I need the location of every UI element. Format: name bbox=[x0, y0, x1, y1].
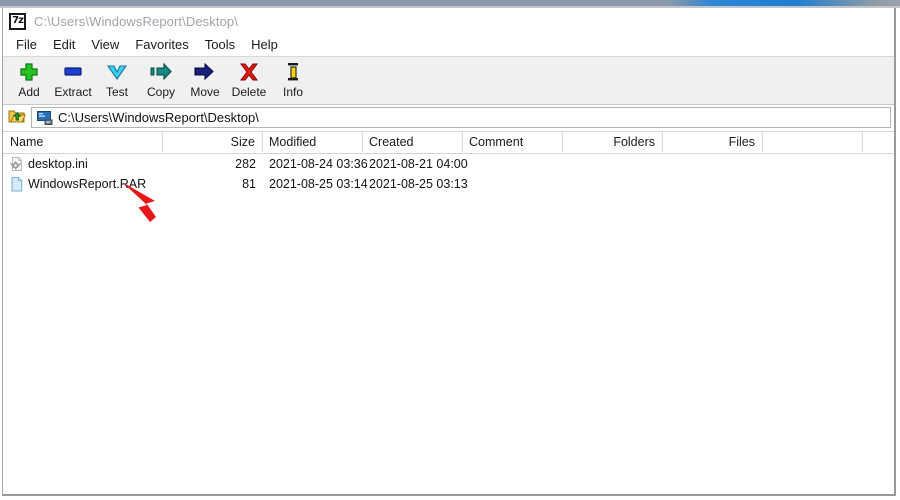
menu-item-view[interactable]: View bbox=[84, 36, 128, 54]
menu-item-edit[interactable]: Edit bbox=[46, 36, 84, 54]
toolbar-label-move: Move bbox=[190, 86, 219, 99]
cell-modified: 2021-08-24 03:36 bbox=[269, 154, 369, 174]
minus-bar-icon bbox=[60, 61, 86, 85]
up-folder-icon bbox=[8, 107, 26, 129]
toolbar-label-info: Info bbox=[283, 86, 303, 99]
chevron-down-icon bbox=[104, 61, 130, 85]
column-header-comment[interactable]: Comment bbox=[463, 132, 563, 152]
copy-arrow-icon bbox=[148, 61, 174, 85]
cell-name: WindowsReport.RAR bbox=[28, 174, 163, 194]
cell-size: 282 bbox=[163, 154, 263, 174]
computer-icon bbox=[37, 111, 53, 125]
toolbar-button-delete[interactable]: Delete bbox=[227, 57, 271, 104]
toolbar-button-info[interactable]: Info bbox=[271, 57, 315, 104]
cell-comment bbox=[469, 174, 563, 194]
column-header-row: Name Size Modified Created Comment Folde… bbox=[3, 131, 894, 154]
cell-created: 2021-08-25 03:13 bbox=[369, 174, 469, 194]
column-header-files[interactable]: Files bbox=[663, 132, 763, 152]
blank-document-icon bbox=[9, 176, 25, 192]
toolbar-button-copy[interactable]: Copy bbox=[139, 57, 183, 104]
column-header-created[interactable]: Created bbox=[363, 132, 463, 152]
toolbar-label-add: Add bbox=[18, 86, 39, 99]
toolbar-label-delete: Delete bbox=[232, 86, 267, 99]
toolbar-button-add[interactable]: Add bbox=[7, 57, 51, 104]
toolbar-label-test: Test bbox=[106, 86, 128, 99]
gear-document-icon bbox=[9, 156, 25, 172]
cell-modified: 2021-08-25 03:14 bbox=[269, 174, 369, 194]
cell-files bbox=[663, 154, 763, 174]
column-header-size[interactable]: Size bbox=[163, 132, 263, 152]
info-i-icon bbox=[280, 61, 306, 85]
column-header-modified[interactable]: Modified bbox=[263, 132, 363, 152]
column-header-extra[interactable] bbox=[763, 132, 863, 152]
cell-size: 81 bbox=[163, 174, 263, 194]
cell-created: 2021-08-21 04:00 bbox=[369, 154, 469, 174]
menu-item-file[interactable]: File bbox=[9, 36, 46, 54]
column-header-name[interactable]: Name bbox=[4, 132, 163, 152]
toolbar-button-extract[interactable]: Extract bbox=[51, 57, 95, 104]
plus-icon bbox=[16, 61, 42, 85]
path-text: C:\Users\WindowsReport\Desktop\ bbox=[58, 110, 259, 125]
move-arrow-icon bbox=[192, 61, 218, 85]
menu-item-favorites[interactable]: Favorites bbox=[128, 36, 197, 54]
file-manager-window: 7z C:\Users\WindowsReport\Desktop\ File … bbox=[2, 8, 896, 496]
7z-logo-icon: 7z bbox=[9, 13, 26, 30]
toolbar-button-test[interactable]: Test bbox=[95, 57, 139, 104]
path-combobox[interactable]: C:\Users\WindowsReport\Desktop\ bbox=[31, 107, 891, 128]
menu-bar: File Edit View Favorites Tools Help bbox=[3, 34, 894, 56]
cell-comment bbox=[469, 154, 563, 174]
toolbar-label-extract: Extract bbox=[54, 86, 91, 99]
up-folder-button[interactable] bbox=[5, 106, 29, 129]
toolbar-button-move[interactable]: Move bbox=[183, 57, 227, 104]
file-list[interactable]: desktop.ini 282 2021-08-24 03:36 2021-08… bbox=[3, 154, 894, 472]
toolbar-label-copy: Copy bbox=[147, 86, 175, 99]
table-row[interactable]: WindowsReport.RAR 81 2021-08-25 03:14 20… bbox=[3, 174, 894, 194]
title-bar: 7z C:\Users\WindowsReport\Desktop\ bbox=[3, 8, 894, 34]
cell-name: desktop.ini bbox=[28, 154, 163, 174]
address-bar: C:\Users\WindowsReport\Desktop\ bbox=[3, 105, 894, 131]
table-row[interactable]: desktop.ini 282 2021-08-24 03:36 2021-08… bbox=[3, 154, 894, 174]
window-title: C:\Users\WindowsReport\Desktop\ bbox=[34, 14, 238, 29]
menu-item-tools[interactable]: Tools bbox=[198, 36, 244, 54]
cell-folders bbox=[563, 154, 663, 174]
cell-folders bbox=[563, 174, 663, 194]
menu-item-help[interactable]: Help bbox=[244, 36, 287, 54]
x-cross-icon bbox=[236, 61, 262, 85]
toolbar: Add Extract Test bbox=[3, 56, 894, 105]
cell-files bbox=[663, 174, 763, 194]
seven-zip-window: 7z C:\Users\WindowsReport\Desktop\ File … bbox=[0, 0, 900, 500]
column-header-folders[interactable]: Folders bbox=[563, 132, 663, 152]
